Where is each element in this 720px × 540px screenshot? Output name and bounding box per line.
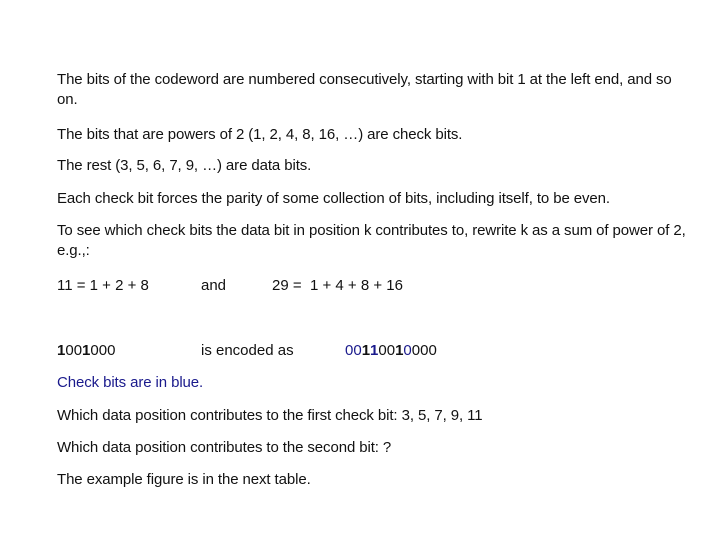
data-word: 1001000: [57, 341, 115, 361]
data-bit-1: 1: [57, 342, 66, 359]
codeword-bit-9: 0: [411, 342, 421, 359]
codeword-bit-11: 0: [428, 342, 437, 359]
data-bit-2: 0: [65, 342, 74, 359]
sum-example-29: 29 = 1 + 4 + 8 + 16: [272, 277, 403, 294]
check-bits-note: Check bits are in blue.: [57, 374, 204, 391]
codeword-bit-1: 0: [345, 342, 354, 359]
codeword-bit-2: 0: [353, 342, 362, 359]
codeword-bit-10: 0: [420, 342, 429, 359]
question-first-answer: 3, 5, 7, 9, 11: [401, 407, 483, 424]
question-second-check-bit: Which data position contributes to the s…: [57, 439, 392, 456]
question-first-check-bit: Which data position contributes to the f…: [57, 406, 687, 426]
encoding-label: is encoded as: [201, 342, 294, 359]
example-sums-row: 11 = 1 + 2 + 8 and 29 = 1 + 4 + 8 + 16: [57, 276, 657, 296]
sum-example-11: 11 = 1 + 2 + 8: [57, 277, 149, 294]
data-bit-5: 0: [90, 342, 99, 359]
paragraph-bit-numbering: The bits of the codeword are numbered co…: [57, 71, 672, 108]
codeword-bit-3: 1: [361, 342, 371, 359]
encoded-codeword: 00110010000: [345, 341, 437, 361]
data-bit-4: 1: [82, 342, 91, 359]
codeword-bit-4: 1: [370, 342, 379, 359]
encoding-example-row: 1001000 is encoded as 00110010000: [57, 341, 657, 361]
paragraph-parity: Each check bit forces the parity of some…: [57, 190, 610, 207]
data-bit-6: 0: [98, 342, 108, 359]
paragraph-data-bits: The rest (3, 5, 6, 7, 9, …) are data bit…: [57, 157, 312, 174]
data-bit-3: 0: [73, 342, 83, 359]
paragraph-rewrite-k: To see which check bits the data bit in …: [57, 222, 686, 259]
codeword-bit-5: 0: [378, 342, 387, 359]
question-first-prefix: Which data position contributes to the f…: [57, 407, 402, 424]
codeword-bit-6: 0: [386, 342, 396, 359]
paragraph-check-bits: The bits that are powers of 2 (1, 2, 4, …: [57, 126, 463, 143]
data-bit-7: 0: [107, 342, 116, 359]
sum-connector: and: [201, 277, 227, 294]
codeword-bit-7: 1: [395, 342, 404, 359]
codeword-bit-8: 0: [403, 342, 412, 359]
closing-note: The example figure is in the next table.: [57, 471, 311, 488]
